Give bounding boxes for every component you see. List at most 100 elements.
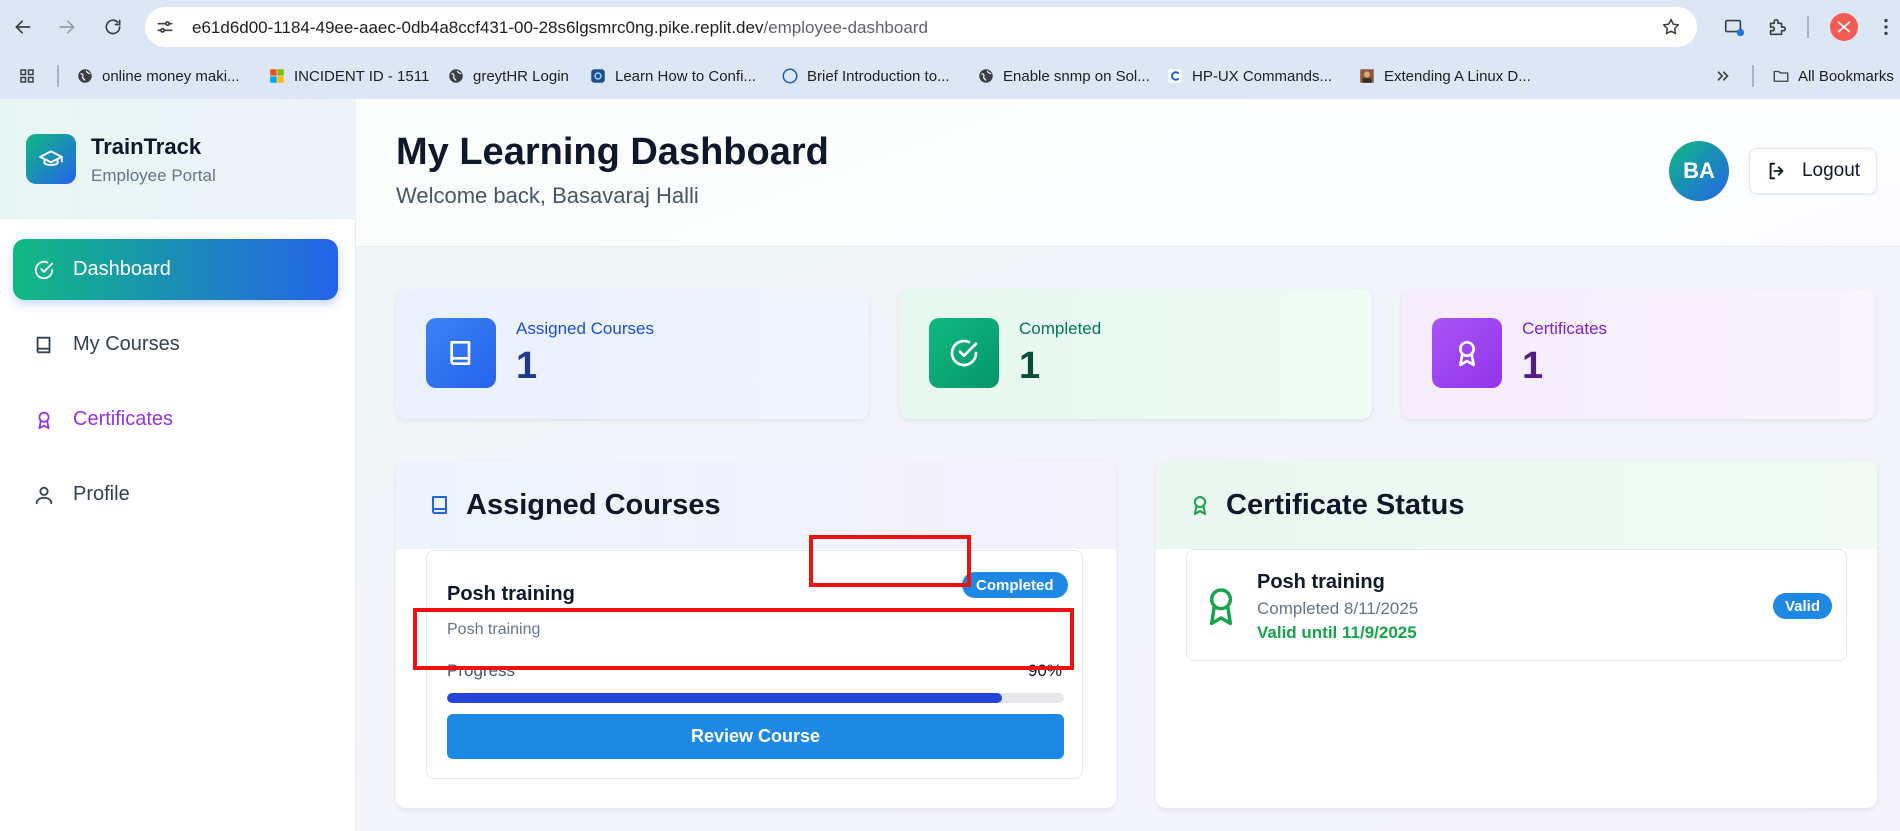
all-bookmarks-label: All Bookmarks [1798,67,1894,85]
extensions-button[interactable] [1763,13,1791,41]
bookmarks-separator [57,65,59,87]
bookmark-label: Enable snmp on Sol... [1003,67,1150,85]
stat-value: 1 [1522,345,1544,387]
check-circle-icon [929,318,999,388]
check-circle-icon [34,260,54,279]
cast-icon [1724,19,1745,37]
progress-fill [447,693,1003,703]
main-content: My Learning Dashboard Welcome back, Basa… [356,99,1900,831]
profile-avatar-button[interactable] [1830,13,1858,41]
bookmarks-bar: online money maki... INCIDENT ID - 1511 … [0,54,1900,99]
toolbar-separator [1807,16,1809,38]
bookmarks-separator [1752,65,1754,87]
highlight-box-progress [413,608,1074,670]
certificate-completed-date: Completed 8/11/2025 [1257,599,1419,618]
panel-header: Assigned Courses [396,461,1116,549]
browser-menu-button[interactable] [1872,13,1900,41]
award-icon [38,411,50,429]
graduation-cap-icon [26,134,76,184]
address-bar[interactable]: e61d6d00-1184-49ee-aaec-0db4a8ccf431-00-… [145,7,1697,47]
double-chevron-right-icon [1714,67,1732,85]
status-badge: Completed [962,572,1068,598]
apps-button[interactable] [18,64,36,88]
welcome-text: Welcome back, Basavaraj Halli [396,183,699,208]
bookmark-item[interactable]: greytHR Login [447,64,569,88]
avatar[interactable]: BA [1669,141,1729,201]
reload-icon [105,19,121,35]
logout-button[interactable]: Logout [1749,148,1877,194]
bookmark-item[interactable]: INCIDENT ID - 1511 [268,64,429,88]
book-icon [432,496,447,514]
bookmark-item[interactable]: online money maki... [76,64,240,88]
stat-card-certificates: Certificates 1 [1402,289,1875,419]
user-icon [35,486,53,504]
cast-extension-button[interactable] [1720,13,1748,41]
brand-subtitle: Employee Portal [91,166,216,185]
circle-icon [781,67,799,85]
more-bookmarks-button[interactable] [1714,64,1732,88]
book-icon [426,318,496,388]
windows-logo-icon [268,67,286,85]
sidebar-item-dashboard[interactable]: Dashboard [13,239,338,300]
award-icon [1432,318,1502,388]
bookmark-item[interactable]: HP-UX Commands... [1166,64,1332,88]
arrow-right-icon [59,20,75,34]
certificate-name: Posh training [1257,571,1385,593]
book-icon [36,336,51,353]
sidebar: TrainTrack Employee Portal Dashboard My … [0,99,356,831]
brand-header: TrainTrack Employee Portal [0,99,356,219]
browser-chrome: e61d6d00-1184-49ee-aaec-0db4a8ccf431-00-… [0,0,1900,99]
stat-value: 1 [516,345,538,387]
page-title: My Learning Dashboard [396,131,829,173]
reload-button[interactable] [98,12,128,42]
stat-label: Assigned Courses [516,319,654,338]
highlight-box-status [809,535,971,587]
browser-toolbar: e61d6d00-1184-49ee-aaec-0db4a8ccf431-00-… [0,0,1900,54]
back-button[interactable] [8,12,38,42]
assigned-courses-panel: Assigned Courses Posh training Completed… [396,461,1116,808]
sidebar-item-profile[interactable]: Profile [13,464,338,525]
bookmark-label: Learn How to Confi... [615,67,756,85]
certificate-valid-until: Valid until 11/9/2025 [1257,623,1417,642]
panel-title: Assigned Courses [466,488,721,521]
certificate-status-panel: Certificate Status Posh training Complet… [1156,461,1877,808]
bookmark-star-icon[interactable] [1661,17,1681,37]
sidebar-item-certificates[interactable]: Certificates [13,389,338,450]
puzzle-icon [1769,18,1787,36]
review-course-button[interactable]: Review Course [447,714,1064,759]
photo-favicon-icon [1358,67,1376,85]
award-icon [1194,496,1206,515]
bookmark-label: greytHR Login [473,67,569,85]
stat-card-completed: Completed 1 [899,289,1372,419]
all-bookmarks-button[interactable]: All Bookmarks [1772,64,1894,88]
stat-label: Completed [1019,319,1102,338]
url-text[interactable]: e61d6d00-1184-49ee-aaec-0db4a8ccf431-00-… [192,18,928,38]
folder-icon [1772,67,1790,85]
sidebar-item-my-courses[interactable]: My Courses [13,314,338,375]
course-name: Posh training [447,583,575,605]
stat-value: 1 [1019,345,1041,387]
logout-icon [1769,162,1784,180]
logout-label: Logout [1801,160,1861,181]
globe-icon [447,67,465,85]
stat-card-assigned: Assigned Courses 1 [396,289,869,419]
sidebar-item-label: My Courses [73,333,180,355]
site-favicon-icon [589,67,607,85]
progress-bar [447,693,1064,703]
sidebar-item-label: Profile [73,483,130,505]
bookmark-item[interactable]: Enable snmp on Sol... [977,64,1150,88]
page-header: My Learning Dashboard Welcome back, Basa… [356,99,1900,247]
bookmark-item[interactable]: Learn How to Confi... [589,64,756,88]
award-icon [1205,584,1237,628]
bookmark-item[interactable]: Extending A Linux D... [1358,64,1531,88]
bookmark-label: HP-UX Commands... [1192,67,1333,85]
globe-icon [76,67,94,85]
profile-icon [1837,21,1851,33]
globe-icon [977,67,995,85]
site-settings-icon[interactable] [155,17,175,37]
forward-button[interactable] [52,12,82,42]
bookmark-item[interactable]: Brief Introduction to... [781,64,950,88]
url-path: /employee-dashboard [763,18,928,37]
c-favicon-icon [1166,67,1184,85]
bookmark-label: online money maki... [102,67,240,85]
